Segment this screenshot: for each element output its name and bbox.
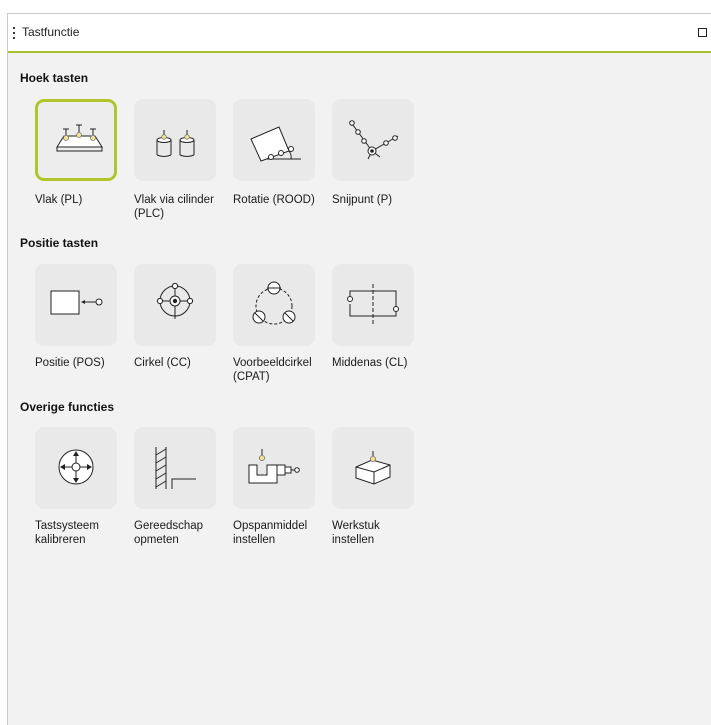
calibrate-probe-icon [58, 449, 94, 485]
tile-label-workpiece-setup: Werkstuk instellen [332, 520, 380, 546]
tile-calibrate-probe[interactable] [35, 427, 117, 509]
tile-label-measure-tool: Gereedschap opmeten [134, 520, 204, 546]
maximize-icon[interactable] [698, 28, 707, 37]
tile-center-line[interactable] [332, 264, 414, 346]
tile-circle[interactable] [134, 264, 216, 346]
tile-rotation[interactable] [233, 99, 315, 181]
rotation-icon [250, 126, 301, 162]
tile-label-center-line: Middenas (CL) [332, 357, 408, 369]
fixture-setup-icon [248, 449, 300, 484]
section-title-hoek-tasten: Hoek tasten [20, 71, 89, 85]
tile-label-plane: Vlak (PL) [35, 194, 83, 206]
tile-label-intersection-point: Snijpunt (P) [332, 194, 393, 206]
tile-plane[interactable] [35, 99, 117, 181]
tile-label-plane-via-cylinder: Vlak via cilinder (PLC) [134, 194, 214, 220]
tile-plane-via-cylinder[interactable] [134, 99, 216, 181]
window-title: Tastfunctie [22, 25, 80, 39]
tile-workpiece-setup[interactable] [332, 427, 414, 509]
tile-measure-tool[interactable] [134, 427, 216, 509]
tile-label-fixture-setup: Opspanmiddel instellen [233, 520, 308, 546]
tile-intersection-point[interactable] [332, 99, 414, 181]
tile-label-circle-pattern: Voorbeeldcirkel (CPAT) [233, 357, 312, 383]
tile-label-rotation: Rotatie (ROOD) [233, 194, 315, 206]
drag-handle-icon[interactable] [13, 27, 16, 39]
section-title-positie-tasten: Positie tasten [20, 236, 99, 250]
intersection-point-icon [349, 120, 399, 160]
tile-position[interactable] [35, 264, 117, 346]
tile-label-position: Positie (POS) [35, 357, 105, 369]
probing-functions-window: Tastfunctie Hoek tasten Vlak (PL) Vlak v… [7, 13, 711, 725]
tile-label-circle: Cirkel (CC) [134, 357, 191, 369]
plane-via-cylinder-icon [156, 130, 195, 157]
center-line-icon [347, 284, 399, 324]
tile-label-calibrate-probe: Tastsysteem kalibreren [35, 520, 99, 546]
position-icon [50, 290, 103, 315]
plane-icon [56, 124, 103, 152]
workpiece-setup-icon [355, 451, 391, 485]
circle-pattern-icon [252, 281, 296, 325]
measure-tool-icon [155, 447, 196, 489]
section-title-overige-functies: Overige functies [20, 400, 115, 414]
tile-fixture-setup[interactable] [233, 427, 315, 509]
tile-circle-pattern[interactable] [233, 264, 315, 346]
circle-icon [156, 282, 194, 319]
titlebar: Tastfunctie [8, 14, 711, 53]
